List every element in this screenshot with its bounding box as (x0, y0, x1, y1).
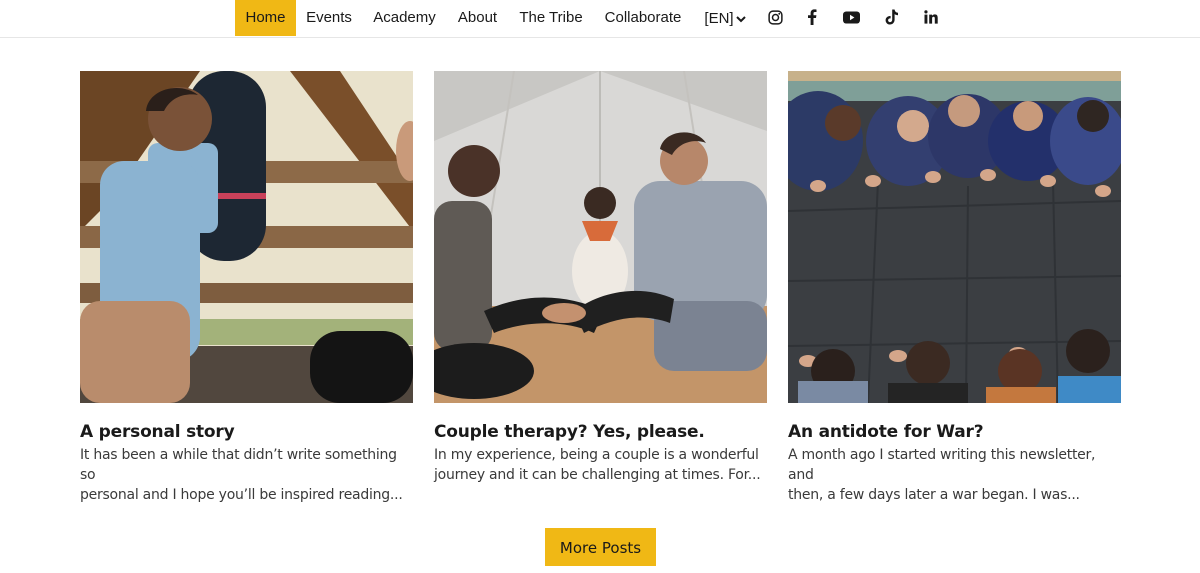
post-card: A personal story It has been a while tha… (80, 71, 413, 505)
chevron-down-icon (735, 15, 746, 22)
more-posts-button[interactable]: More Posts (545, 528, 656, 566)
post-excerpt-line: A month ago I started writing this newsl… (788, 447, 1096, 483)
tiktok-icon[interactable] (881, 6, 903, 28)
post-image-antidote-war[interactable] (788, 71, 1121, 403)
post-excerpt-line: personal and I hope you’ll be inspired r… (80, 487, 403, 503)
post-title[interactable]: Couple therapy? Yes, please. (434, 421, 767, 443)
instagram-icon[interactable] (764, 6, 786, 28)
post-title[interactable]: An antidote for War? (788, 421, 1121, 443)
nav-events[interactable]: Events (300, 0, 358, 36)
youtube-icon[interactable] (840, 6, 862, 28)
post-excerpt: In my experience, being a couple is a wo… (434, 445, 767, 485)
language-label: [EN] (704, 9, 734, 27)
nav-about[interactable]: About (450, 0, 505, 36)
linkedin-icon[interactable] (920, 6, 942, 28)
language-selector[interactable]: [EN] (697, 0, 753, 36)
top-navigation: Home Events Academy About The Tribe Coll… (0, 0, 1200, 38)
post-excerpt-line: In my experience, being a couple is a wo… (434, 447, 759, 463)
facebook-icon[interactable] (801, 6, 823, 28)
nav-home[interactable]: Home (235, 0, 296, 36)
post-image-personal-story[interactable] (80, 71, 413, 403)
nav-collaborate[interactable]: Collaborate (597, 0, 689, 36)
post-excerpt-line: journey and it can be challenging at tim… (434, 467, 761, 483)
nav-the-tribe[interactable]: The Tribe (512, 0, 590, 36)
post-card: Couple therapy? Yes, please. In my exper… (434, 71, 767, 485)
post-excerpt: It has been a while that didn’t write so… (80, 445, 413, 505)
post-excerpt: A month ago I started writing this newsl… (788, 445, 1121, 505)
post-excerpt-line: It has been a while that didn’t write so… (80, 447, 397, 483)
post-card: An antidote for War? A month ago I start… (788, 71, 1121, 505)
post-excerpt-line: then, a few days later a war began. I wa… (788, 487, 1080, 503)
post-title[interactable]: A personal story (80, 421, 413, 443)
post-image-couple-therapy[interactable] (434, 71, 767, 403)
nav-academy[interactable]: Academy (366, 0, 443, 36)
